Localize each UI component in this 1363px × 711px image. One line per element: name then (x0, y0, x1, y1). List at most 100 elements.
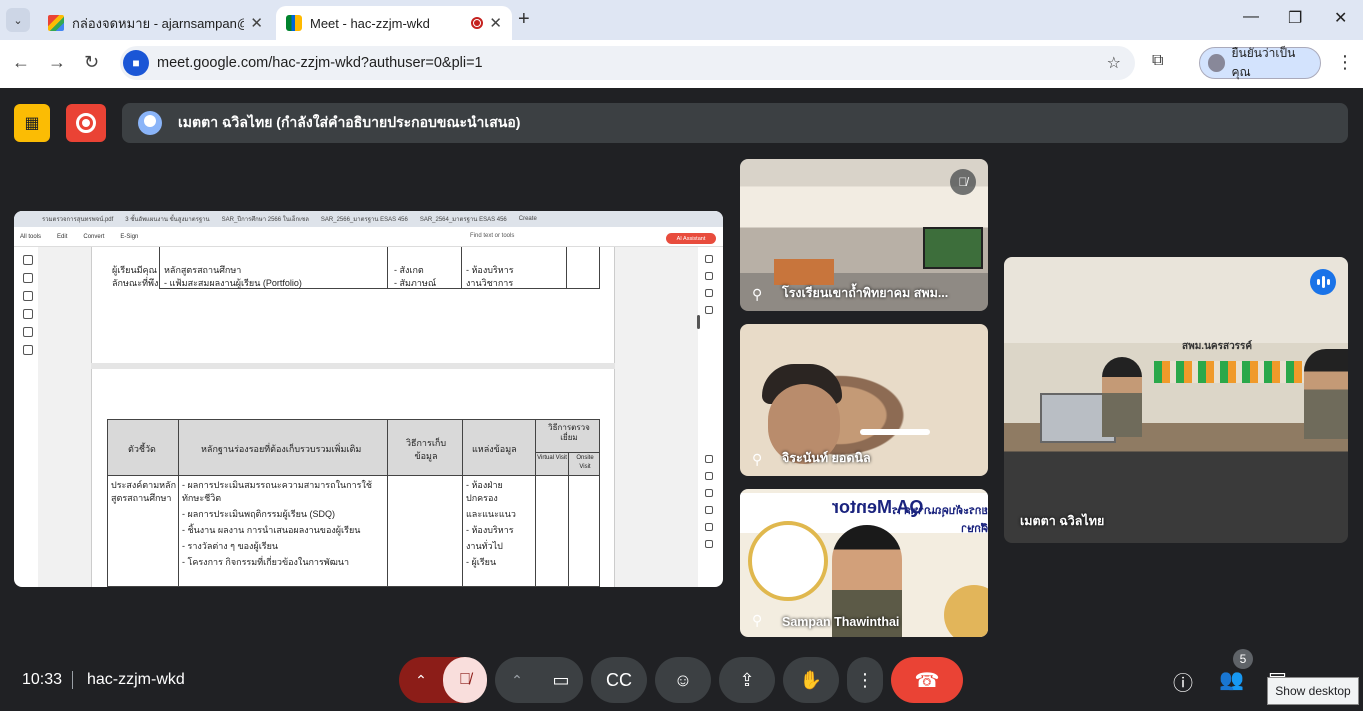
back-arrow-icon[interactable]: ← (12, 52, 30, 73)
meet-controls: 10:33 hac-zzjm-wkd ⌃ 🎙̸ ⌃ ▭ CC ☺ ⇪ ✋ ⋮ ☎… (0, 649, 1363, 711)
present-screen-button[interactable]: ⇪ (719, 657, 775, 703)
table-line (568, 452, 569, 587)
camera-button[interactable]: ▭ (539, 670, 583, 691)
shared-tab: SAR_2566_มาตรฐาน ESAS 456 (320, 217, 408, 223)
new-tab-button[interactable]: + (518, 8, 530, 31)
tab-search-dropdown[interactable]: ⌄ (6, 8, 30, 32)
divider (72, 671, 73, 689)
table-line (535, 452, 600, 453)
background-photo (748, 521, 828, 601)
camera-control: ⌃ ▭ (495, 657, 583, 703)
page-tool-icon (705, 255, 713, 263)
participant-tile[interactable]: 🎙̸ ⚲ โรงเรียนเขาถ้ำพิทยาคม สพม... (740, 159, 988, 311)
table-line (387, 419, 388, 587)
camera-site-icon[interactable]: ■ (123, 50, 149, 76)
reload-icon[interactable]: ↻ (84, 52, 99, 73)
browser-tab-gmail[interactable]: กล่องจดหมาย - ajarnsampan@gmail.com ✕ (38, 6, 273, 40)
restore-icon[interactable]: ❐ (1288, 8, 1302, 28)
mic-off-button[interactable]: 🎙̸ (443, 657, 487, 703)
room-chairs (1154, 361, 1304, 383)
cell-text: - ห้องฝ่าย (466, 480, 503, 490)
minimize-icon[interactable]: — (1243, 8, 1259, 26)
omnibox[interactable]: ■ meet.google.com/hac-zzjm-wkd?authuser=… (120, 46, 1135, 80)
room-tv (923, 227, 983, 269)
avatar (1208, 54, 1226, 72)
presenter-label: เมตตา ฉวิลไทย (กำลังใส่คำอธิบายประกอบขณะ… (178, 114, 521, 130)
header-cell: ตัวชี้วัด (128, 444, 156, 454)
zoom-in-icon (705, 523, 713, 531)
people-icon[interactable]: 👥 (1219, 667, 1244, 692)
emoji-icon: ☺ (673, 669, 693, 690)
gmail-icon (48, 15, 64, 31)
reactions-button[interactable]: ☺ (655, 657, 711, 703)
table-line (462, 419, 463, 587)
meet-icon (286, 15, 302, 31)
header-cell: วิธีการเก็บข้อมูล (405, 438, 447, 461)
comment-tool-icon (23, 273, 33, 283)
table-line (461, 247, 462, 289)
room-boxes (774, 259, 834, 285)
stamp-tool-icon (23, 345, 33, 355)
cell-text: - ผู้เรียน (466, 557, 497, 567)
extensions-icon[interactable]: ⧉ (1152, 52, 1163, 70)
table-line (599, 247, 600, 289)
participant-tile[interactable]: ⚲ จิระนันท์ ยอดนิล (740, 324, 988, 476)
browser-menu-icon[interactable]: ⋮ (1336, 52, 1354, 73)
browser-tab-strip: ⌄ กล่องจดหมาย - ajarnsampan@gmail.com ✕ … (0, 0, 1363, 40)
participant-tile-featured[interactable]: สพม.นครสวรรค์ เมตตา ฉวิลไทย (1004, 257, 1348, 543)
participant-name: เมตตา ฉวิลไทย (1020, 514, 1105, 528)
participant-name: จิระนันท์ ยอดนิล (782, 451, 871, 465)
tab-title: Meet - hac-zzjm-wkd (310, 15, 430, 31)
close-tab-icon[interactable]: ✕ (489, 14, 502, 32)
comment-panel-icon (705, 272, 713, 280)
pin-icon[interactable]: ⚲ (752, 612, 762, 629)
browser-tab-meet[interactable]: Meet - hac-zzjm-wkd ✕ (276, 6, 512, 40)
pen-tool-icon (23, 291, 33, 301)
meeting-time: 10:33 (22, 671, 63, 688)
forward-arrow-icon[interactable]: → (48, 52, 66, 73)
menu-item: Convert (83, 233, 105, 240)
header-cell: หลักฐานร่องรอยที่ต้องเก็บรวบรวมเพิ่มเติม (201, 444, 362, 454)
cell-text: - สังเกต (394, 265, 424, 275)
more-options-button[interactable]: ⋮ (847, 657, 883, 703)
meeting-info-icon[interactable]: ⓘ (1173, 667, 1193, 696)
table-line (566, 247, 567, 289)
banner-subtitle: ยกระดับคุณภาพการศึกษา (891, 505, 988, 535)
profile-button[interactable]: ยืนยันว่าเป็นคุณ (1199, 46, 1321, 79)
ceiling-light (860, 429, 930, 435)
video-options-chevron-icon[interactable]: ⌃ (495, 672, 539, 689)
shared-tab: รวมตรวจการสุนทรพจน์.pdf (42, 217, 114, 223)
meeting-code: hac-zzjm-wkd (87, 671, 185, 688)
menu-item: Edit (57, 233, 68, 240)
speaking-indicator-icon (1310, 269, 1336, 295)
cell-text: งานทั่วไป (466, 541, 503, 551)
cell-text: - ชิ้นงาน ผลงาน การนำเสนอผลงานของผู้เรีย… (182, 525, 361, 535)
menu-item: All tools (20, 233, 42, 240)
close-tab-icon[interactable]: ✕ (250, 14, 263, 32)
shared-screen[interactable]: รวมตรวจการสุนทรพจน์.pdf 3 ชั้นอัพแผนงาน … (14, 211, 723, 587)
presenter-bar: เมตตา ฉวิลไทย (กำลังใส่คำอธิบายประกอบขณะ… (122, 103, 1348, 143)
participant-name: โรงเรียนเขาถ้ำพิทยาคม สพม... (782, 286, 949, 300)
captions-button[interactable]: CC (591, 657, 647, 703)
cell-text: ทักษะชีวิต (182, 493, 222, 503)
url-text[interactable]: meet.google.com/hac-zzjm-wkd?authuser=0&… (157, 55, 483, 71)
shared-browser-tabs: รวมตรวจการสุนทรพจน์.pdf 3 ชั้นอัพแผนงาน … (14, 211, 723, 227)
pin-icon[interactable]: ⚲ (752, 286, 762, 303)
close-window-icon[interactable]: ✕ (1334, 8, 1347, 28)
recording-button[interactable] (66, 104, 106, 142)
participant-tile[interactable]: QA Mentor ยกระดับคุณภาพการศึกษา ⚲ Sampan… (740, 489, 988, 637)
pdf-scrollbar (697, 315, 700, 329)
refresh-icon (705, 506, 713, 514)
raise-hand-button[interactable]: ✋ (783, 657, 839, 703)
cell-text: ประสงค์ตามหลัก (111, 480, 177, 490)
bookmark-star-icon[interactable]: ☆ (1107, 53, 1121, 73)
tab-title: กล่องจดหมาย - ajarnsampan@gmail.com (72, 15, 244, 31)
pin-icon[interactable]: ⚲ (752, 451, 762, 468)
no-framing-icon[interactable]: ▦ (14, 104, 50, 142)
shared-pdf-menu: All tools Edit Convert E-Sign (14, 227, 723, 247)
leave-call-button[interactable]: ☎ (891, 657, 963, 703)
presenter-avatar-icon (138, 111, 162, 135)
audio-options-chevron-icon[interactable]: ⌃ (399, 672, 443, 689)
header-cell: Onsite Visit (576, 455, 594, 470)
participant-person (1102, 357, 1142, 437)
